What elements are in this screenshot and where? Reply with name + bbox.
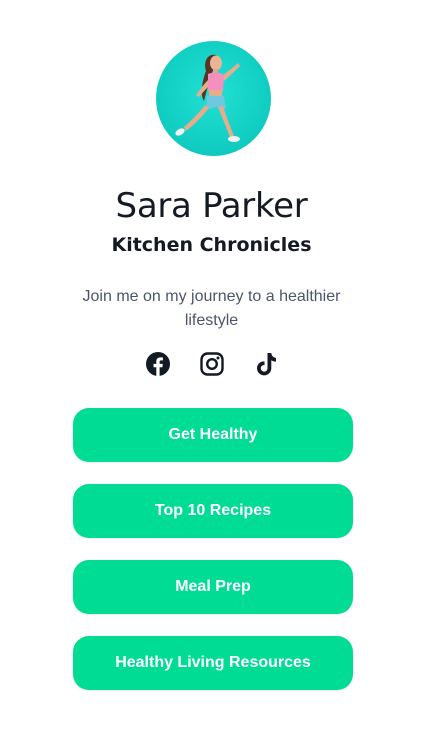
profile-name: Sara Parker	[115, 186, 308, 226]
profile-subtitle: Kitchen Chronicles	[111, 234, 312, 256]
avatar-photo-icon	[175, 54, 240, 142]
profile-bio: Join me on my journey to a healthier lif…	[82, 288, 341, 329]
meal-prep-button[interactable]: Meal Prep	[73, 560, 353, 614]
healthy-living-resources-button[interactable]: Healthy Living Resources	[73, 636, 353, 690]
social-links	[0, 351, 423, 377]
instagram-icon[interactable]	[199, 351, 225, 377]
tiktok-icon[interactable]	[253, 351, 279, 377]
link-list: Get Healthy Top 10 Recipes Meal Prep Hea…	[73, 408, 353, 712]
avatar	[156, 41, 271, 156]
facebook-icon[interactable]	[145, 351, 171, 377]
top-10-recipes-button[interactable]: Top 10 Recipes	[73, 484, 353, 538]
get-healthy-button[interactable]: Get Healthy	[73, 408, 353, 462]
profile-page: Sara Parker Kitchen Chronicles Join me o…	[0, 0, 423, 736]
